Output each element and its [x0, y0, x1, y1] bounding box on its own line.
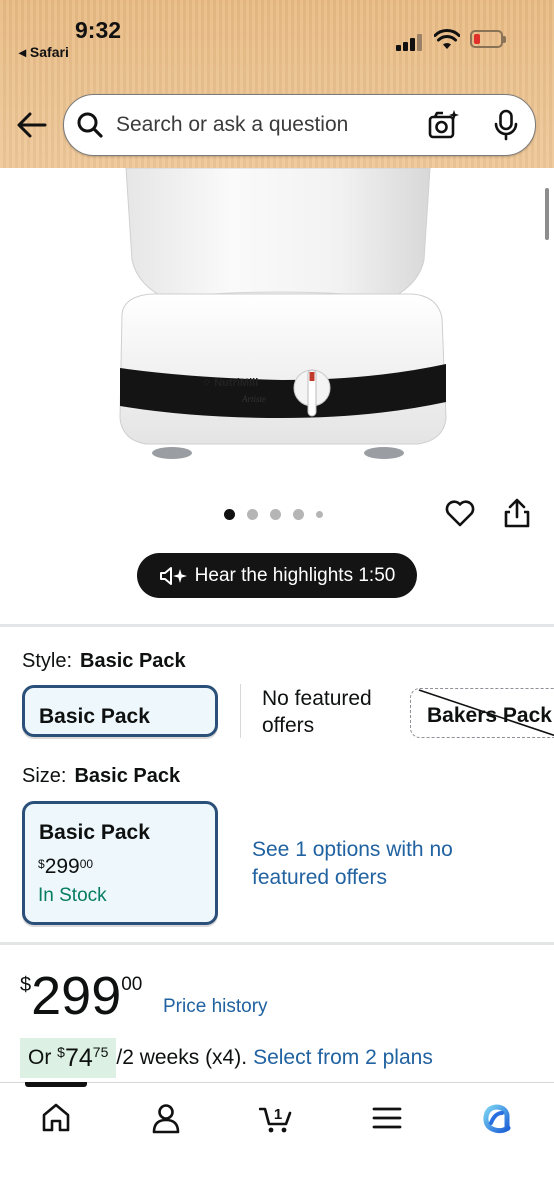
price-history-link[interactable]: Price history — [163, 996, 268, 1018]
rufus-assistant-icon — [483, 1104, 511, 1134]
style-option-basic-pack[interactable]: Basic Pack — [22, 685, 218, 737]
menu-icon — [372, 1107, 402, 1129]
share-icon[interactable] — [502, 497, 532, 529]
home-icon — [42, 1103, 70, 1132]
active-tab-indicator — [25, 1082, 87, 1087]
pager-dot-2[interactable] — [247, 508, 258, 520]
cart-icon: 1 — [259, 1106, 292, 1133]
installment-offer: Or $74 75 /2 weeks (x4). Select from 2 pl… — [20, 1038, 433, 1078]
product-image[interactable]: ⁘ NutriMill Artiste — [112, 168, 452, 468]
style-option-bakers-pack[interactable]: Bakers Pack — [410, 688, 554, 738]
style-label: Style: — [22, 650, 73, 672]
heart-icon[interactable] — [444, 497, 476, 529]
hear-highlights-label: Hear the highlights 1:50 — [194, 564, 396, 586]
tab-menu[interactable] — [367, 1098, 407, 1138]
microphone-icon[interactable] — [492, 109, 520, 141]
speaker-sparkle-icon — [159, 566, 187, 585]
option-separator — [240, 684, 241, 738]
svg-text:⁘ NutriMill: ⁘ NutriMill — [202, 377, 258, 389]
status-time: 9:32 — [75, 17, 122, 43]
style-label-row: Style: Basic Pack — [22, 650, 186, 673]
size-option-price: $29900 — [38, 855, 94, 878]
price-fraction: 00 — [121, 974, 143, 995]
section-divider — [0, 942, 554, 945]
search-bar[interactable] — [63, 94, 536, 156]
image-pager[interactable] — [224, 506, 323, 522]
price-currency: $ — [20, 974, 32, 996]
tab-home[interactable] — [36, 1098, 76, 1138]
header: 9:32 ◂ Safari — [0, 0, 554, 168]
wifi-icon — [434, 29, 460, 49]
style-option-label: Basic Pack — [39, 705, 150, 728]
search-icon — [77, 112, 103, 138]
no-featured-offers-text: No featured offers — [262, 687, 372, 737]
account-icon — [152, 1104, 180, 1134]
size-label: Size: — [22, 765, 67, 787]
unavailable-strike-icon — [418, 689, 554, 737]
installment-badge: Or $74 75 — [20, 1038, 117, 1078]
section-divider — [0, 624, 554, 627]
scrollbar[interactable] — [545, 188, 549, 240]
product-price: $ 299 00 — [20, 966, 142, 1026]
price-whole: 299 — [31, 966, 122, 1026]
size-selected-value: Basic Pack — [74, 765, 181, 787]
battery-icon — [470, 30, 506, 48]
search-input[interactable] — [116, 109, 406, 141]
style-selected-value: Basic Pack — [80, 650, 186, 672]
back-arrow-icon[interactable] — [15, 108, 49, 142]
size-option-label: Basic Pack — [39, 821, 150, 844]
svg-text:Artiste: Artiste — [241, 394, 266, 404]
select-plans-link[interactable]: Select from 2 plans — [253, 1046, 433, 1070]
tab-cart[interactable]: 1 — [256, 1098, 296, 1138]
installment-term: /2 weeks (x4). — [116, 1046, 248, 1069]
camera-search-icon[interactable] — [428, 109, 460, 141]
tab-rufus[interactable] — [477, 1098, 517, 1138]
tab-account[interactable] — [146, 1098, 186, 1138]
pager-dot-1[interactable] — [224, 508, 235, 520]
cellular-signal-icon — [396, 33, 424, 51]
hear-highlights-button[interactable]: Hear the highlights 1:50 — [137, 553, 417, 598]
pager-dot-5[interactable] — [316, 510, 323, 518]
in-stock-status: In Stock — [38, 885, 107, 906]
back-to-safari-link[interactable]: ◂ Safari — [19, 44, 69, 61]
pager-dot-4[interactable] — [293, 508, 304, 520]
pager-dot-3[interactable] — [270, 508, 281, 520]
size-label-row: Size: Basic Pack — [22, 765, 180, 788]
see-options-link[interactable]: See 1 options with no featured offers — [252, 836, 472, 892]
cart-count: 1 — [274, 1106, 282, 1123]
